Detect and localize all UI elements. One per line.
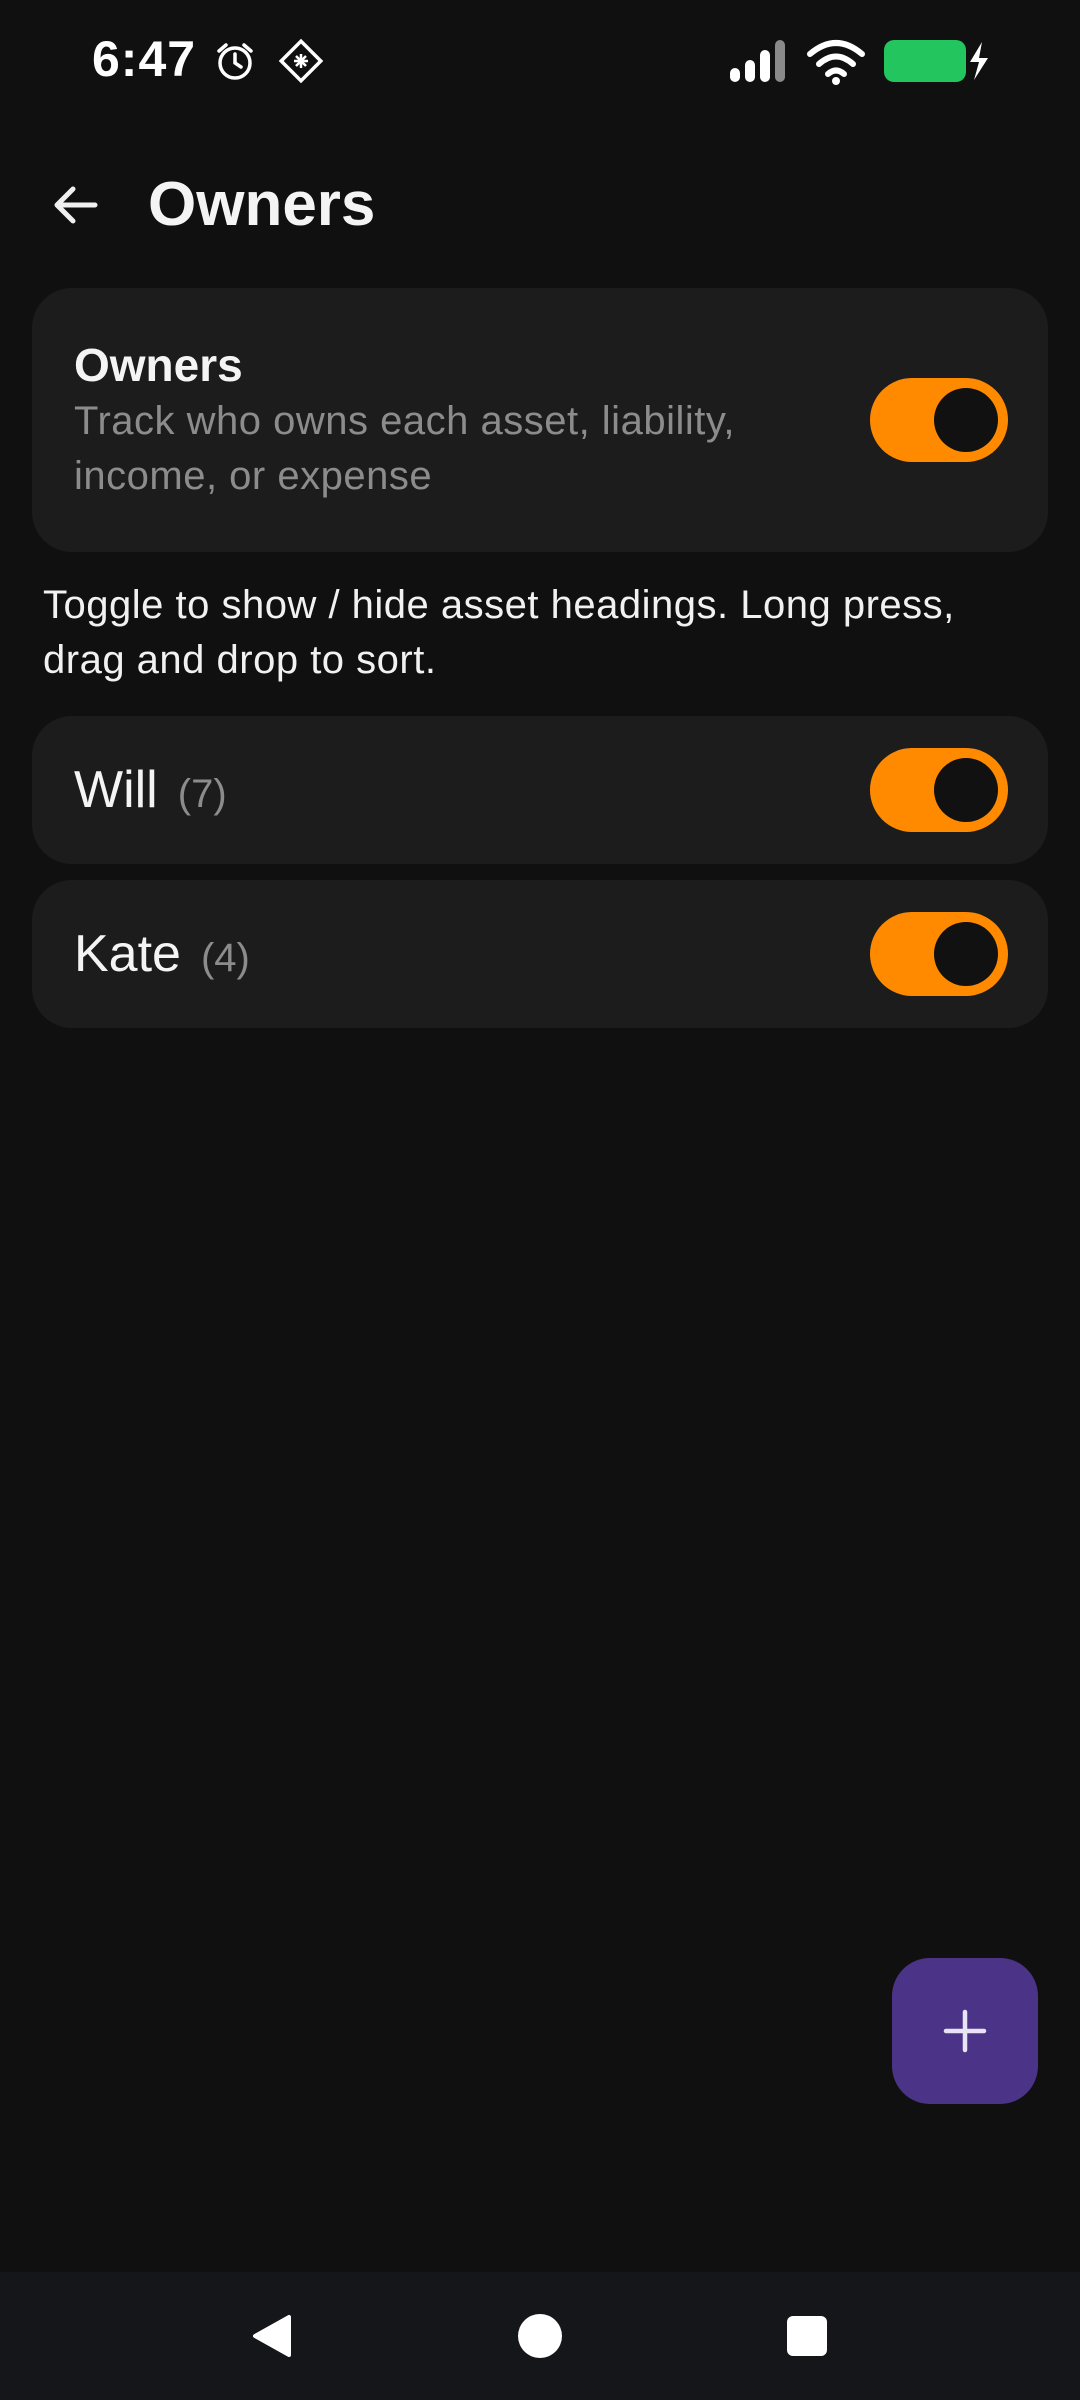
- owner-visibility-toggle-will[interactable]: [870, 748, 1008, 832]
- owner-row-kate[interactable]: Kate (4): [32, 880, 1048, 1028]
- toggle-knob: [934, 388, 998, 452]
- owner-name: Kate: [74, 925, 181, 983]
- page-title: Owners: [148, 170, 376, 239]
- status-time: 6:47: [92, 31, 197, 87]
- status-bar: 6:47: [0, 0, 1080, 120]
- home-circle-icon: [518, 2314, 562, 2358]
- owner-count: (4): [200, 936, 250, 980]
- nav-recents-button[interactable]: [747, 2272, 867, 2400]
- owner-visibility-toggle-kate[interactable]: [870, 912, 1008, 996]
- back-triangle-icon: [253, 2315, 291, 2357]
- system-nav-bar: [0, 2272, 1080, 2400]
- hint-text: Toggle to show / hide asset headings. Lo…: [43, 583, 955, 682]
- toggle-knob: [934, 758, 998, 822]
- app-bar: Owners: [0, 150, 1080, 260]
- arrow-left-icon: [54, 186, 98, 224]
- owner-name-container: Kate (4): [74, 922, 250, 990]
- owners-card-description: Track who owns each asset, liability, in…: [74, 399, 735, 498]
- recents-square-icon: [787, 2316, 827, 2356]
- owner-name: Will: [74, 761, 158, 819]
- battery-charging-icon: [884, 40, 988, 82]
- nav-home-button[interactable]: [480, 2272, 600, 2400]
- app-notification-icon: [278, 38, 324, 84]
- plus-icon: [943, 2009, 987, 2053]
- owners-feature-card: Owners Track who owns each asset, liabil…: [32, 288, 1048, 552]
- owners-feature-toggle[interactable]: [870, 378, 1008, 462]
- back-button[interactable]: [40, 170, 110, 240]
- wifi-icon: [807, 40, 865, 85]
- signal-icon: [730, 40, 785, 82]
- alarm-icon: [217, 43, 253, 80]
- add-owner-button[interactable]: [892, 1958, 1038, 2104]
- toggle-knob: [934, 922, 998, 986]
- screen: 6:47 Owners Owners Track who owns each a…: [0, 0, 1080, 2400]
- owner-row-will[interactable]: Will (7): [32, 716, 1048, 864]
- owners-card-title: Owners: [74, 339, 243, 391]
- owner-name-container: Will (7): [74, 758, 227, 826]
- nav-back-button[interactable]: [212, 2272, 332, 2400]
- owner-count: (7): [177, 772, 227, 816]
